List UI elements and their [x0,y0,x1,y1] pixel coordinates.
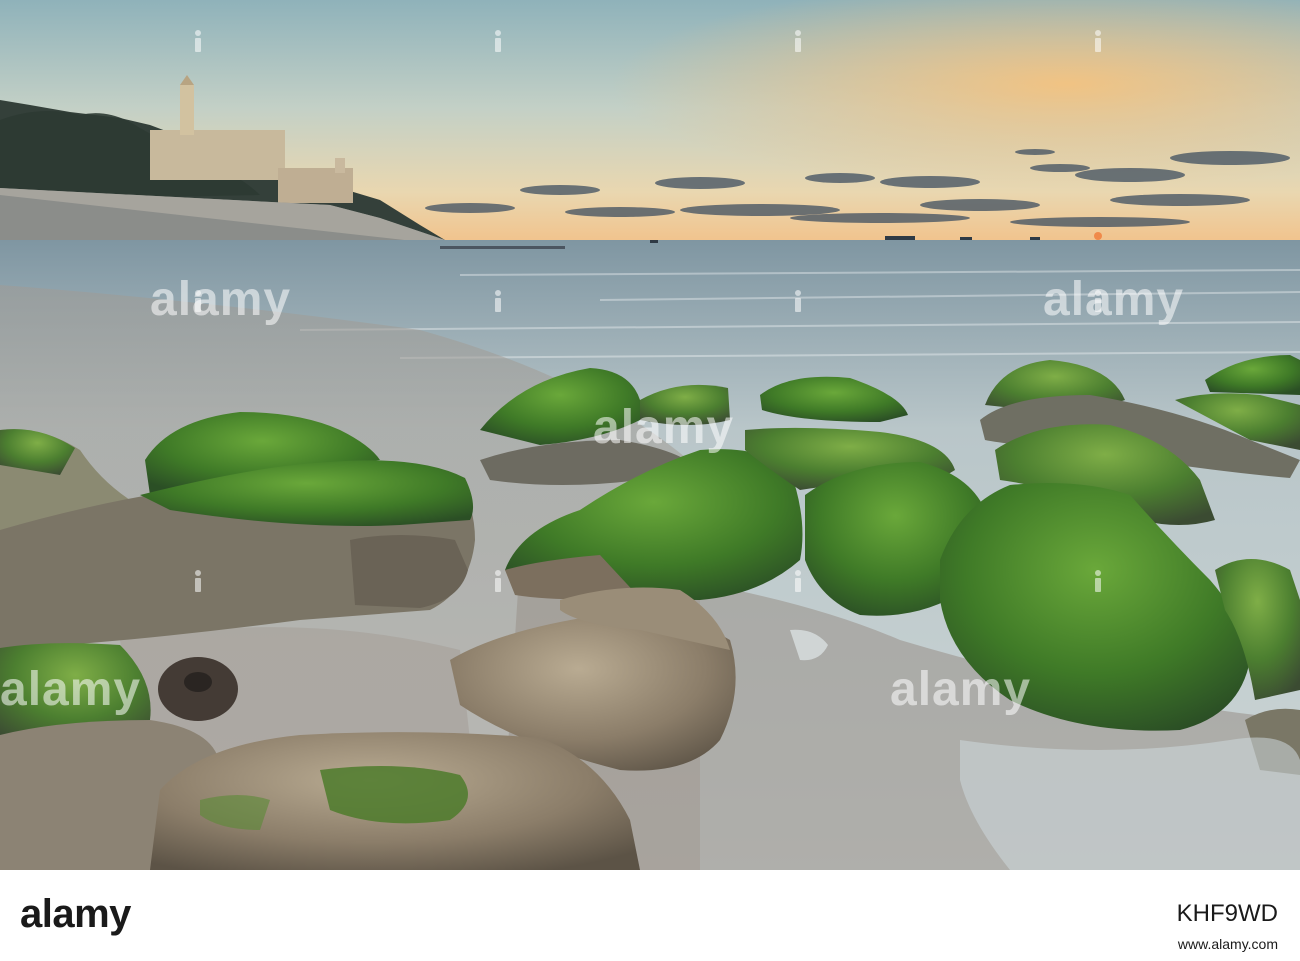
watermark-mark [491,570,505,592]
watermark-mark [791,570,805,592]
watermark-text: alamy [593,401,735,454]
watermark-mark [1091,30,1105,52]
building-lower [278,168,353,203]
footer-url[interactable]: www.alamy.com [1178,936,1278,952]
photo: alamy alamy alamy alamy alamy [0,0,1300,870]
watermark-mark [191,30,205,52]
bell-tower [180,85,194,135]
watermark-mark [491,290,505,312]
setting-sun [1094,232,1102,240]
watermark-mark [1091,570,1105,592]
image-id: KHF9WD [1176,900,1278,927]
watermark-mark [191,570,205,592]
watermark-mark [491,30,505,52]
watermark-text: alamy [150,273,292,326]
watermark-text: alamy [1043,273,1185,326]
watermark-text: alamy [0,663,142,716]
tide-pool [960,737,1300,870]
building-church [150,130,285,180]
watermark-mark [791,30,805,52]
watermark-text: alamy [890,663,1032,716]
watermark-mark [791,290,805,312]
footer-bar: alamy KHF9WD www.alamy.com [0,870,1300,961]
footer-logo[interactable]: alamy [20,892,131,937]
